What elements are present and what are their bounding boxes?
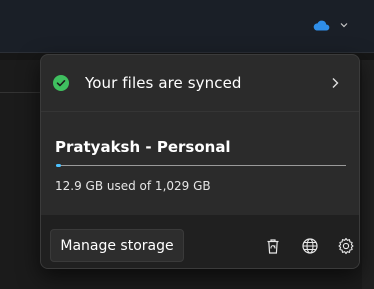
chevron-right-icon[interactable] bbox=[331, 77, 339, 89]
manage-storage-button[interactable]: Manage storage bbox=[50, 229, 184, 262]
chevron-down-icon[interactable] bbox=[340, 22, 348, 28]
onedrive-flyout: Your files are synced Pratyaksh - Person… bbox=[40, 54, 360, 269]
background-divider bbox=[0, 92, 42, 93]
sync-status-row[interactable]: Your files are synced bbox=[41, 55, 359, 111]
title-bar bbox=[0, 0, 374, 53]
storage-progress-fill bbox=[56, 164, 61, 167]
account-name: Pratyaksh - Personal bbox=[55, 138, 231, 156]
check-circle-icon bbox=[53, 75, 69, 91]
divider bbox=[41, 111, 359, 112]
storage-progress-bar bbox=[56, 164, 346, 167]
sync-status-text: Your files are synced bbox=[85, 74, 242, 92]
globe-icon[interactable] bbox=[301, 237, 319, 255]
flyout-footer: Manage storage bbox=[41, 215, 359, 268]
recycle-bin-icon[interactable] bbox=[264, 237, 282, 255]
storage-usage-text: 12.9 GB used of 1,029 GB bbox=[55, 179, 211, 193]
settings-gear-icon[interactable] bbox=[337, 237, 355, 255]
onedrive-cloud-icon[interactable] bbox=[312, 19, 330, 31]
background-scroll-area bbox=[362, 60, 374, 289]
